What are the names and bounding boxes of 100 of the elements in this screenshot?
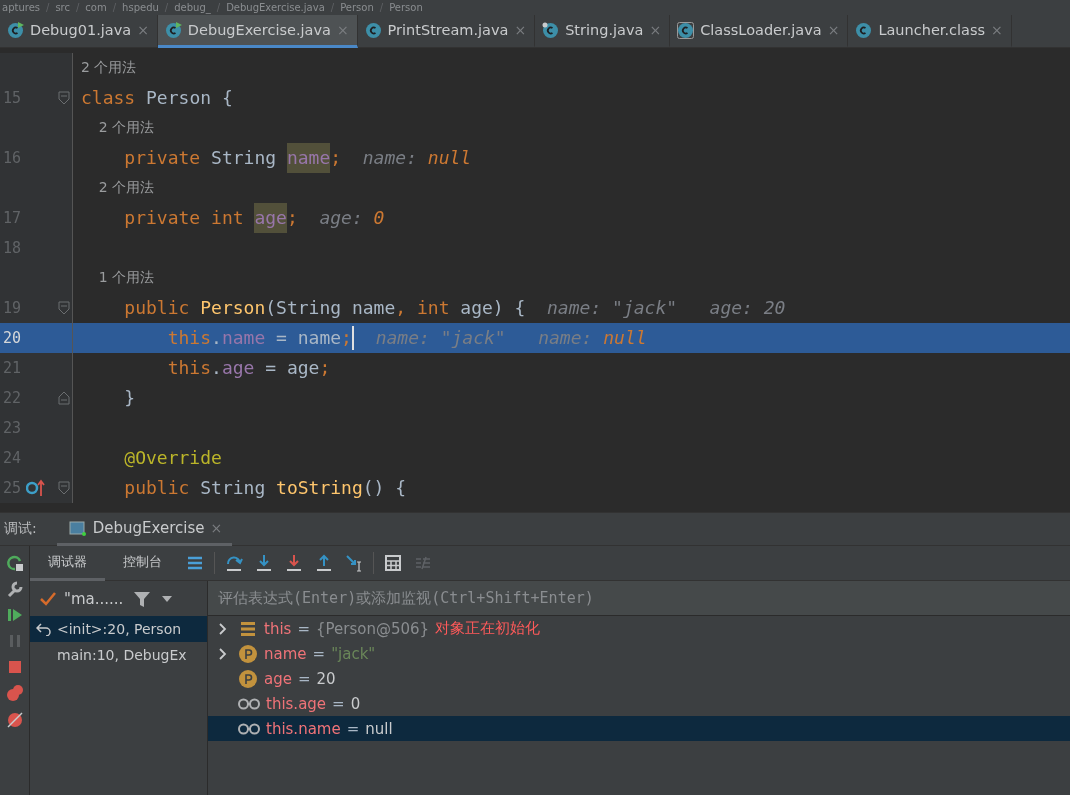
breadcrumb-item[interactable]: aptures (2, 2, 40, 13)
fold-icon[interactable] (58, 391, 70, 405)
code-token: () { (362, 476, 407, 500)
breadcrumb-separator: / (112, 2, 117, 13)
breadcrumb-separator: / (164, 2, 169, 13)
force-step-into-icon[interactable] (285, 554, 303, 572)
class-icon (542, 21, 560, 39)
variable-value: {Person@506} (315, 619, 430, 638)
code-token: String (211, 146, 278, 170)
step-over-icon[interactable] (225, 554, 243, 572)
calculator-icon[interactable] (384, 554, 402, 572)
dropdown-icon[interactable] (161, 594, 174, 603)
equals-sign: = (346, 719, 360, 738)
override-icon[interactable] (26, 479, 48, 497)
code-token: , int (395, 296, 451, 320)
tab-label: Debug01.java (30, 22, 132, 38)
fold-icon[interactable] (58, 91, 70, 105)
class-icon (7, 21, 24, 39)
mute-breakpoints-icon[interactable] (5, 710, 24, 728)
equals-sign: = (312, 644, 326, 663)
code-token: String (200, 476, 267, 500)
code-token: public (123, 476, 191, 500)
stack-frame[interactable]: main:10, DebugEx (30, 642, 207, 668)
thread-selector[interactable]: "ma...... (40, 589, 124, 608)
step-out-icon[interactable] (315, 554, 333, 572)
variable-value: 0 (350, 694, 361, 713)
usage-hint[interactable]: 2 个用法 (81, 59, 137, 77)
object-icon (238, 619, 258, 638)
variable-row[interactable]: age = 20 (208, 666, 1070, 691)
code-token: (String name (265, 296, 396, 320)
variable-name: this.name (266, 719, 341, 738)
code-token: age (221, 356, 255, 380)
breadcrumb-item[interactable]: hspedu (122, 2, 159, 13)
breadcrumb-separator: / (46, 2, 50, 13)
inline-value-hint: name: "jack" name: (374, 326, 594, 350)
wrench-icon[interactable] (5, 580, 24, 598)
code-token: Person { (146, 86, 233, 110)
equals-sign: = (332, 694, 345, 713)
breadcrumb-item[interactable]: DebugExercise.java (226, 2, 325, 13)
inline-value-hint: null (427, 146, 472, 170)
code-token: @Override (123, 446, 222, 470)
variable-name: age (264, 669, 292, 688)
variable-row[interactable]: this.name = null (208, 716, 1070, 741)
breadcrumb-separator: / (330, 2, 335, 13)
code-token: ; (319, 356, 331, 380)
variable-value: 20 (316, 669, 336, 688)
panel-tab[interactable]: 控制台 (105, 545, 180, 581)
glasses-icon (238, 722, 260, 735)
breadcrumb-item[interactable]: Person (389, 2, 423, 13)
menu-icon[interactable] (186, 554, 204, 572)
parameter-icon (238, 668, 258, 689)
session-tab[interactable]: DebugExercise × (56, 512, 233, 546)
code-token: age) { (460, 296, 526, 320)
usage-hint[interactable]: 2 个用法 (81, 179, 155, 197)
expand-icon[interactable] (218, 647, 228, 660)
variable-name: this.age (266, 694, 327, 713)
expand-icon[interactable] (218, 622, 228, 635)
code-token: this (166, 356, 212, 380)
variable-row[interactable]: name = "jack" (208, 641, 1070, 666)
tab-label: PrintStream.java (387, 22, 509, 38)
code-token: toString (276, 476, 363, 500)
breakpoints-icon[interactable] (5, 684, 24, 702)
filter-icon[interactable] (133, 589, 152, 608)
evaluate-expression-field[interactable]: 评估表达式(Enter)或添加监视(Ctrl+Shift+Enter) (208, 581, 1070, 616)
usage-hint[interactable]: 2 个用法 (81, 119, 155, 137)
code-token: this (166, 326, 212, 350)
variable-value: "jack" (331, 644, 376, 663)
variable-row[interactable]: this.age = 0 (208, 691, 1070, 716)
stack-frame[interactable]: <init>:20, Person (30, 616, 207, 642)
code-token: ; (286, 206, 298, 230)
breadcrumb-separator: / (216, 2, 221, 13)
code-token: Person (200, 296, 266, 320)
variable-name: name (264, 644, 307, 663)
variable-row[interactable]: this = {Person@506} 对象正在初始化 (208, 616, 1070, 641)
breadcrumb-item[interactable]: com (85, 2, 107, 13)
inline-value-hint: 0 (373, 206, 385, 230)
usage-hint[interactable]: 1 个用法 (81, 269, 155, 287)
class-icon (855, 21, 873, 39)
run-to-cursor-icon[interactable] (345, 554, 363, 572)
inline-value-hint: null (603, 326, 647, 350)
file-tab[interactable]: DebugExercise.java × (157, 15, 358, 48)
tab-label: String.java (565, 22, 644, 38)
panel-title: 调试: (4, 520, 37, 538)
resume-icon[interactable] (5, 606, 24, 624)
rerun-icon[interactable] (5, 554, 24, 572)
fold-icon[interactable] (58, 301, 70, 315)
breadcrumb-item[interactable]: debug_ (174, 2, 211, 13)
equals-sign: = (297, 619, 310, 638)
panel-tab[interactable]: 调试器 (30, 545, 105, 581)
code-token: . (211, 356, 222, 380)
step-into-icon[interactable] (255, 554, 273, 572)
breadcrumb-item[interactable]: src (55, 2, 70, 13)
breadcrumb-item[interactable]: Person (340, 2, 374, 13)
tab-label: Launcher.class (878, 22, 986, 38)
code-token: ; (341, 326, 352, 350)
variable-note: 对象正在初始化 (435, 619, 541, 638)
fold-icon[interactable] (58, 481, 70, 495)
equals-sign: = (297, 669, 311, 688)
breadcrumb-separator: / (379, 2, 384, 13)
check-icon (40, 591, 56, 606)
